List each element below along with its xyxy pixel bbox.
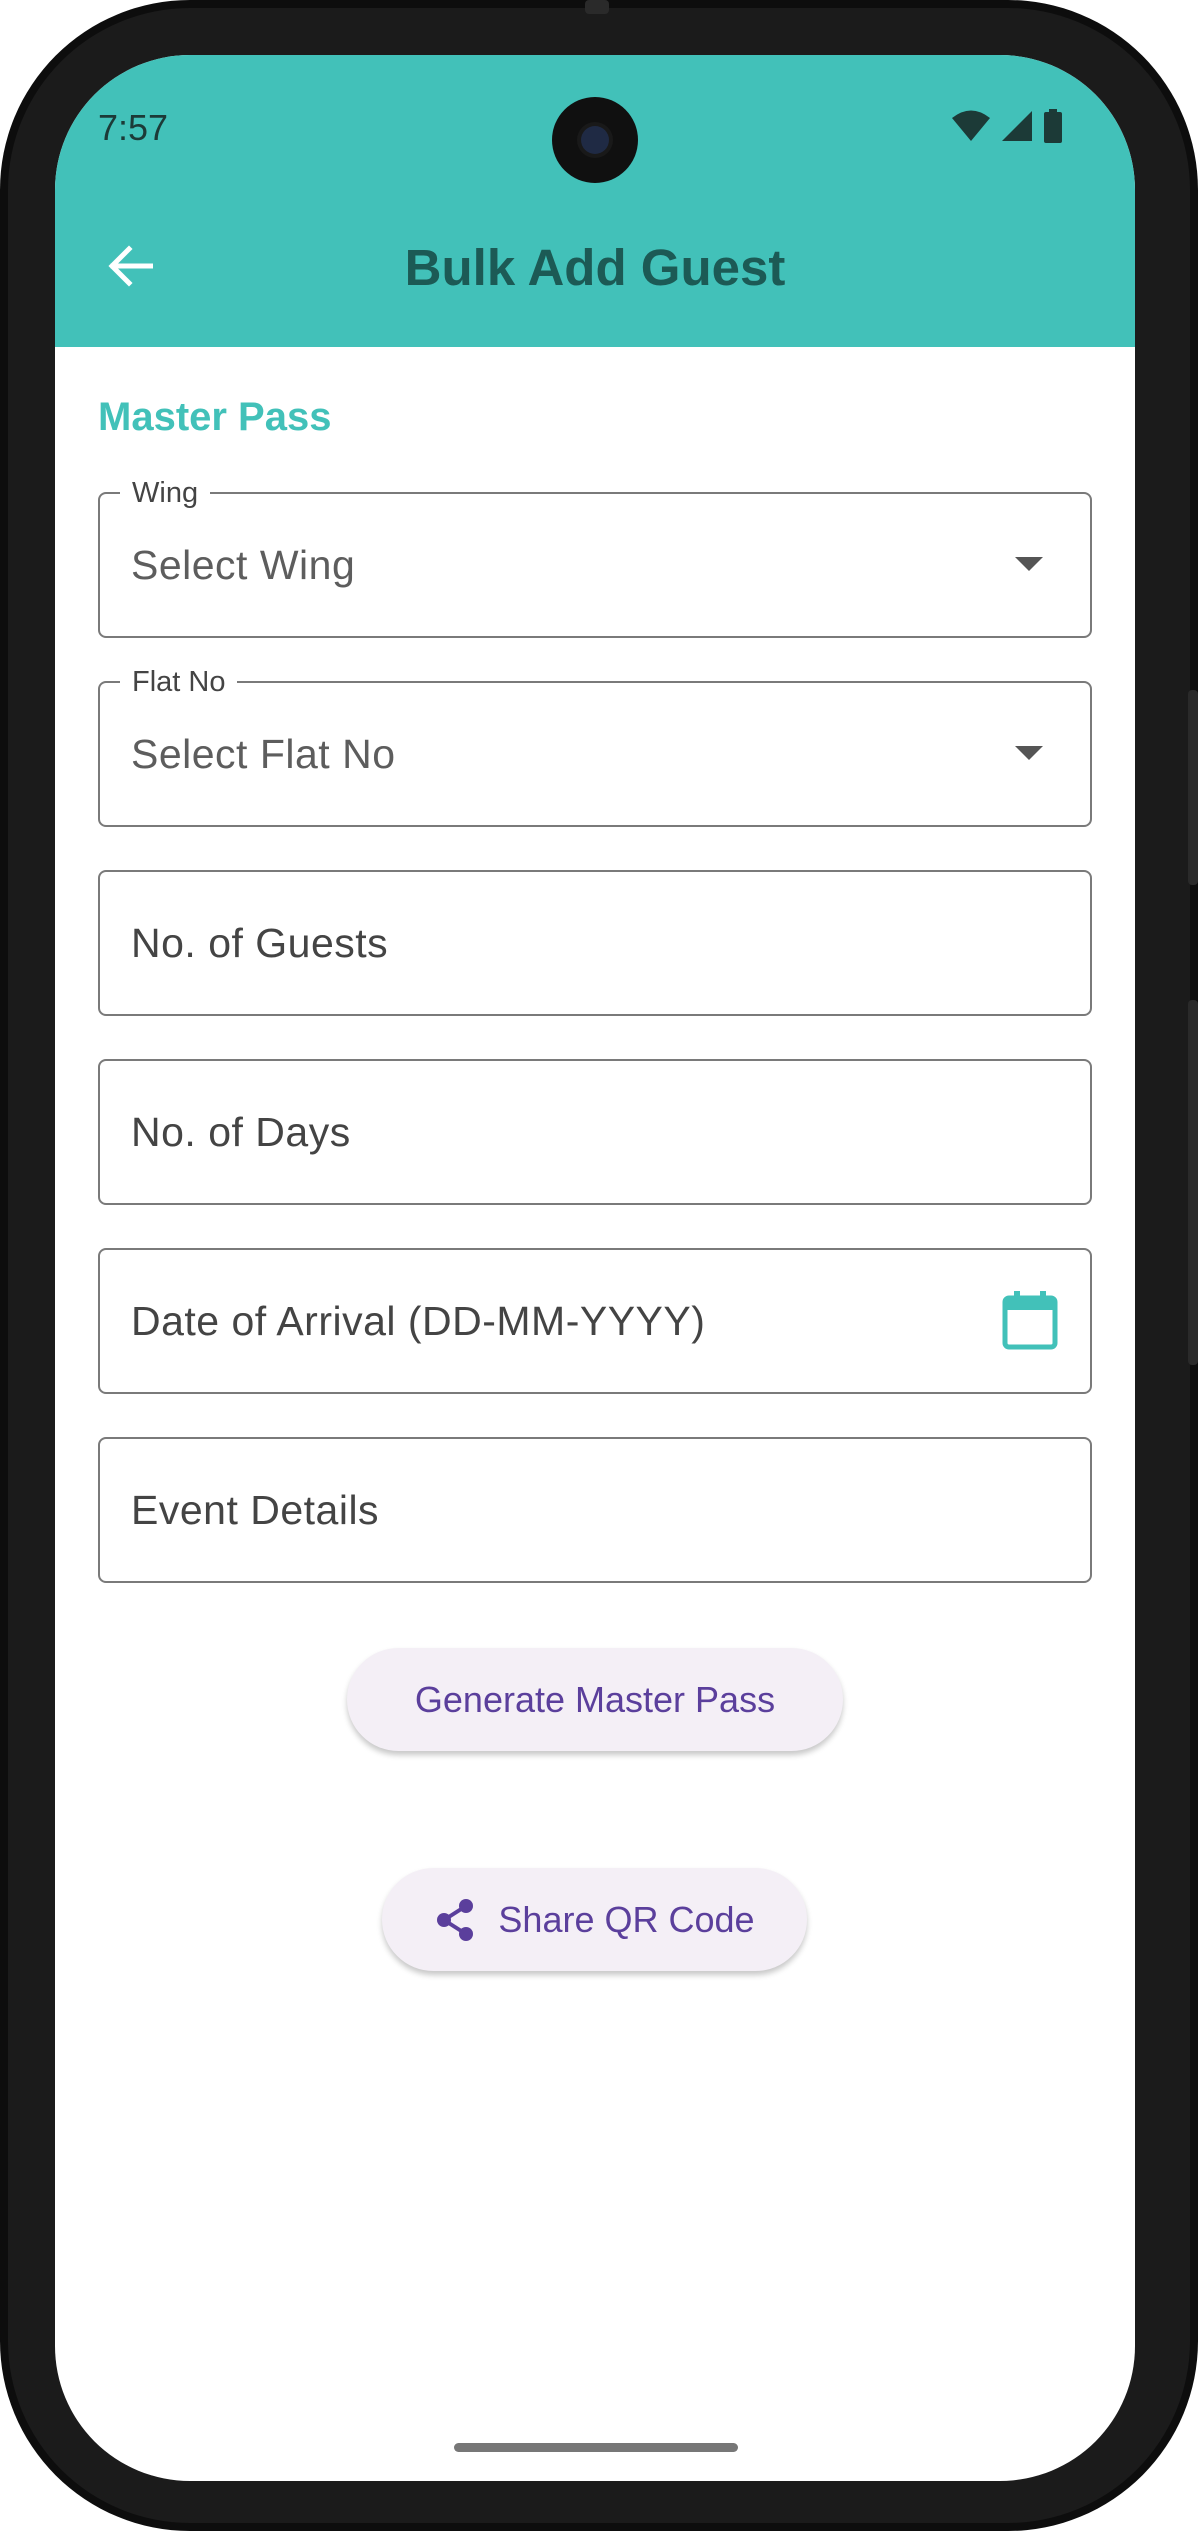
chevron-down-icon [1015, 746, 1043, 760]
flat-no-value: Select Flat No [131, 731, 396, 777]
app-bar: 7:57 Bulk Add Guest [55, 55, 1135, 347]
event-details-input[interactable]: Event Details [98, 1437, 1092, 1583]
generate-button-label: Generate Master Pass [414, 1678, 776, 1720]
wing-value: Select Wing [131, 542, 356, 588]
section-title: Master Pass [98, 395, 332, 439]
wing-dropdown[interactable]: Wing Select Wing [98, 477, 1092, 638]
battery-icon [1044, 109, 1062, 143]
generate-master-pass-button[interactable]: Generate Master Pass [347, 1648, 843, 1751]
days-placeholder: No. of Days [131, 1109, 351, 1155]
side-button-top [1188, 690, 1198, 885]
share-icon [437, 1898, 474, 1941]
share-button-label: Share QR Code [498, 1898, 755, 1940]
event-placeholder: Event Details [131, 1487, 380, 1533]
flat-no-dropdown[interactable]: Flat No Select Flat No [98, 666, 1092, 827]
home-indicator[interactable] [454, 2443, 738, 2452]
arrival-placeholder: Date of Arrival (DD-MM-YYYY) [131, 1298, 706, 1344]
chevron-down-icon [1015, 557, 1043, 571]
page-title: Bulk Add Guest [404, 239, 786, 296]
guests-placeholder: No. of Guests [131, 920, 389, 966]
side-button-bottom [1188, 1000, 1198, 1365]
wifi-icon [952, 110, 990, 141]
front-camera [552, 97, 638, 183]
guests-input[interactable]: No. of Guests [98, 870, 1092, 1016]
status-icons [951, 109, 1063, 143]
screen: 7:57 Bulk Add Guest Master Pass Wing Sel… [55, 55, 1135, 2481]
arrival-date-input[interactable]: Date of Arrival (DD-MM-YYYY) [98, 1248, 1092, 1394]
days-input[interactable]: No. of Days [98, 1059, 1092, 1205]
top-edge-notch [585, 0, 609, 14]
share-qr-button[interactable]: Share QR Code [382, 1868, 807, 1971]
status-time: 7:57 [98, 107, 169, 148]
signal-icon [1002, 111, 1032, 141]
calendar-icon[interactable] [1002, 1290, 1058, 1350]
